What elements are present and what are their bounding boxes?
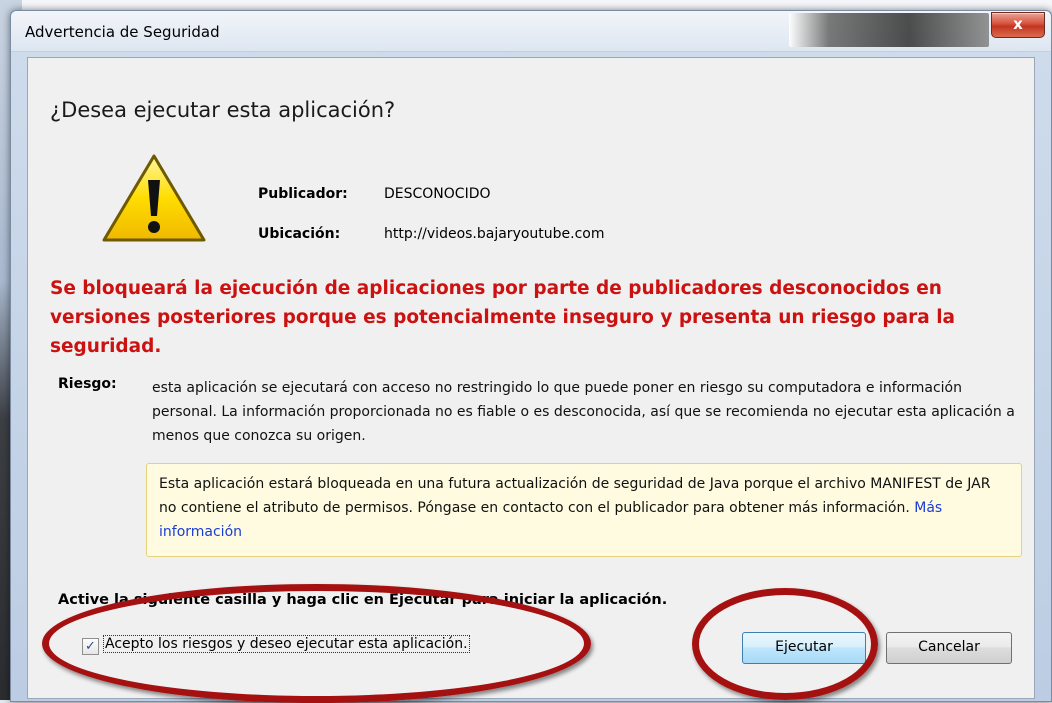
- java-notice-text: Esta aplicación estará bloqueada en una …: [159, 476, 991, 516]
- accept-risk-checkbox[interactable]: ✓: [82, 638, 99, 655]
- publisher-label: Publicador:: [258, 186, 348, 202]
- instruction-text: Active la siguiente casilla y haga clic …: [58, 592, 668, 608]
- run-button[interactable]: Ejecutar: [742, 632, 866, 664]
- dialog-heading: ¿Desea ejecutar esta aplicación?: [50, 98, 396, 122]
- dialog-body: ¿Desea ejecutar esta aplicación? Publica…: [27, 57, 1035, 699]
- publisher-value: DESCONOCIDO: [384, 186, 491, 202]
- close-button[interactable]: x: [991, 12, 1045, 38]
- location-label: Ubicación:: [258, 226, 341, 242]
- checkmark-icon: ✓: [85, 639, 96, 654]
- java-notice-box: Esta aplicación estará bloqueada en una …: [146, 463, 1022, 557]
- title-bar[interactable]: Advertencia de Seguridad x: [11, 11, 1051, 52]
- java-notice: Esta aplicación estará bloqueada en una …: [159, 472, 1009, 544]
- risk-description: esta aplicación se ejecutará con acceso …: [152, 380, 1015, 444]
- close-icon: x: [1013, 15, 1023, 33]
- accept-risk-label[interactable]: Acepto los riesgos y deseo ejecutar esta…: [103, 635, 470, 653]
- window-title: Advertencia de Seguridad: [25, 23, 220, 41]
- security-warning-window: Advertencia de Seguridad x ¿Desea ejecut…: [10, 10, 1052, 702]
- title-bar-shade: [789, 13, 989, 47]
- warning-triangle-icon: [102, 154, 206, 242]
- location-value: http://videos.bajaryoutube.com: [384, 226, 605, 242]
- blocking-warning-text: Se bloqueará la ejecución de aplicacione…: [50, 278, 956, 357]
- cancel-button[interactable]: Cancelar: [886, 632, 1012, 664]
- risk-label: Riesgo:: [58, 376, 117, 392]
